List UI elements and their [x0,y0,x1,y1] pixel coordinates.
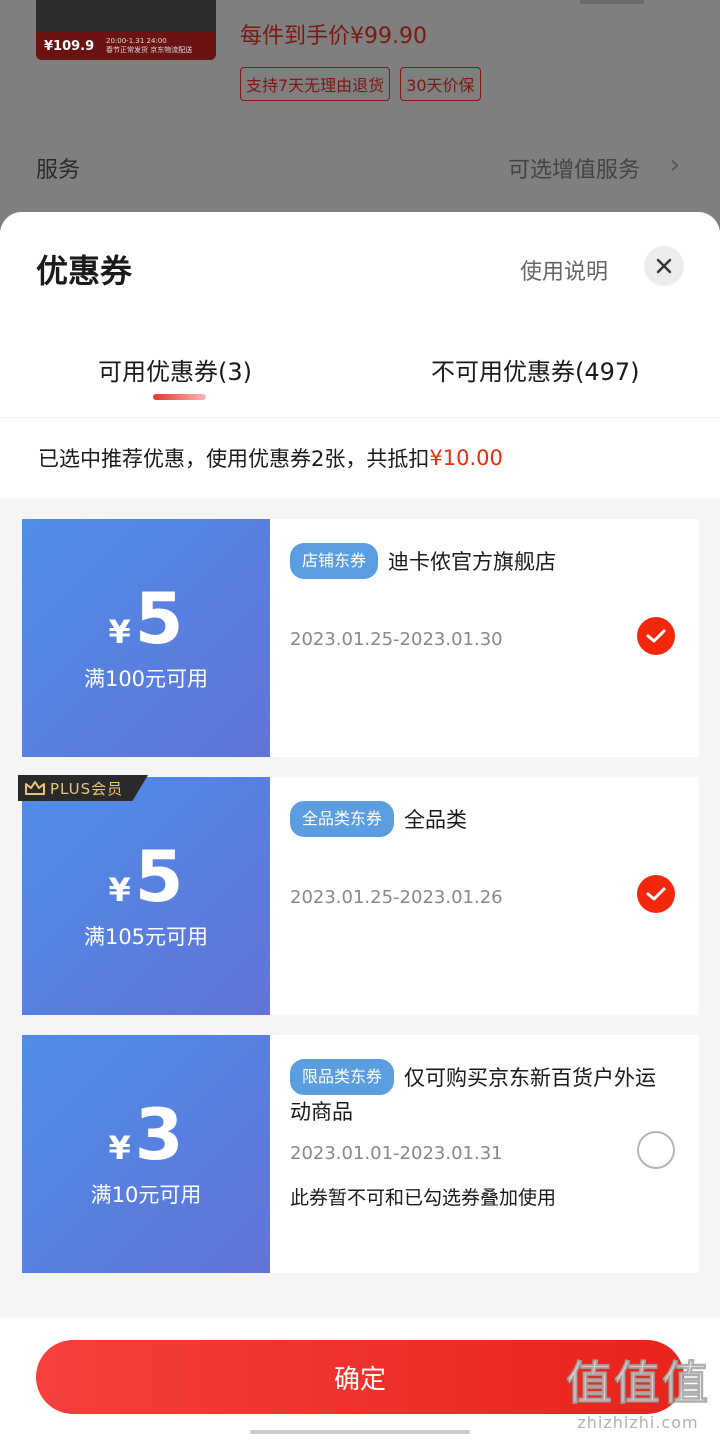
coupon-amount-row: ¥ 5 [109,583,184,655]
coupon-checkbox[interactable] [637,1131,675,1169]
thumbnail-promo-text: 春节正常发货 京东物流配送 [106,46,193,54]
coupon-validity: 2023.01.01-2023.01.31 [290,1143,503,1164]
sheet-footer: 确定 值值值 zhizhizhi.com [0,1318,720,1440]
coupon-card[interactable]: PLUS会员 ¥ 5 满105元可用 全品类东券 全品类 2023.01.25-2… [16,775,699,1015]
service-value[interactable]: 可选增值服务 [508,152,640,184]
selection-summary: 已选中推荐优惠，使用优惠券2张，共抵扣 ¥10.00 [0,418,720,498]
watermark-logo: 值值值 [566,1356,710,1411]
coupon-condition: 满105元可用 [83,925,209,949]
plus-member-badge: PLUS会员 [18,775,148,801]
thumbnail-promo: 20:00-1.31 24:00 春节正常发货 京东物流配送 [106,37,192,55]
coupon-amount-row: ¥ 3 [109,1099,184,1171]
product-thumbnail[interactable]: ¥109.9 20:00-1.31 24:00 春节正常发货 京东物流配送 [36,0,216,60]
watermark-domain: zhizhizhi.com [577,1413,699,1432]
coupon-info-panel: 全品类东券 全品类 2023.01.25-2023.01.26 [270,777,699,1015]
coupon-card[interactable]: ¥ 5 满100元可用 店铺东券 迪卡侬官方旗舰店 2023.01.25-2023… [16,519,699,757]
coupon-type-badge: 店铺东券 [290,543,379,579]
coupon-title: 全品类 [404,808,468,832]
coupon-info-panel: 店铺东券 迪卡侬官方旗舰店 2023.01.25-2023.01.30 [270,519,699,757]
close-button[interactable] [644,246,684,286]
currency-symbol: ¥ [108,1129,131,1167]
usage-instructions-link[interactable]: 使用说明 [520,254,608,286]
coupon-validity: 2023.01.25-2023.01.26 [290,887,503,908]
summary-text: 已选中推荐优惠，使用优惠券2张，共抵扣 [38,447,430,471]
coupon-value-panel: ¥ 5 满100元可用 [16,519,270,757]
checkmark-icon [646,629,666,643]
coupon-info-panel: 限品类东券 仅可购买京东新百货户外运动商品 2023.01.01-2023.01.… [270,1035,699,1273]
thumbnail-promo-time: 20:00-1.31 24:00 [106,37,167,45]
thumbnail-price-tag: ¥109.9 20:00-1.31 24:00 春节正常发货 京东物流配送 [36,32,216,60]
coupon-value-panel: ¥ 3 满10元可用 [16,1035,270,1273]
coupon-condition: 满100元可用 [83,667,209,691]
close-icon [656,258,672,274]
home-indicator [250,1430,470,1434]
coupon-amount: 3 [134,1094,184,1176]
header-stub [580,0,644,4]
sheet-title: 优惠券 [36,252,133,290]
coupon-value-panel: ¥ 5 满105元可用 [16,777,270,1015]
coupon-type-badge: 限品类东券 [290,1059,395,1095]
final-price: 每件到手价¥99.90 [240,24,427,49]
coupon-sheet: 优惠券 使用说明 可用优惠券(3) 不可用优惠券(497) 已选中推荐优惠，使用… [0,212,720,1440]
thumbnail-price: ¥109.9 [44,38,95,54]
plus-member-label: PLUS会员 [50,779,124,798]
coupon-stack-note: 此券暂不可和已勾选券叠加使用 [290,1187,557,1209]
coupon-checkbox[interactable] [637,617,675,655]
coupon-validity: 2023.01.25-2023.01.30 [290,629,503,650]
coupon-title-line: 店铺东券 迪卡侬官方旗舰店 [290,543,679,579]
currency-symbol: ¥ [108,613,131,651]
coupon-type-badge: 全品类东券 [290,801,395,837]
active-tab-indicator [153,394,206,400]
checkmark-icon [646,887,666,901]
coupon-amount: 5 [134,578,184,660]
coupon-condition: 满10元可用 [90,1183,202,1207]
coupon-amount-row: ¥ 5 [109,841,184,913]
price-protect-tag: 30天价保 [400,67,481,101]
return-policy-tag: 支持7天无理由退货 [240,67,391,101]
currency-symbol: ¥ [108,871,131,909]
summary-amount: ¥10.00 [429,446,503,470]
crown-icon [25,781,45,795]
coupon-title-line: 限品类东券 仅可购买京东新百货户外运动商品 [290,1059,660,1129]
coupon-amount: 5 [134,836,184,918]
service-tags: 支持7天无理由退货 30天价保 [240,67,481,101]
tab-available-coupons[interactable]: 可用优惠券(3) [98,352,252,387]
sheet-header: 优惠券 使用说明 可用优惠券(3) 不可用优惠券(497) [0,212,720,418]
coupon-title-line: 全品类东券 全品类 [290,801,679,837]
site-watermark: 值值值 zhizhizhi.com [566,1347,710,1433]
coupon-card[interactable]: ¥ 3 满10元可用 限品类东券 仅可购买京东新百货户外运动商品 2023.01.… [16,1035,699,1273]
coupon-checkbox[interactable] [637,875,675,913]
tab-unavailable-coupons[interactable]: 不可用优惠券(497) [431,352,640,387]
coupon-title: 迪卡侬官方旗舰店 [388,550,557,574]
divider [0,417,720,418]
service-label: 服务 [36,158,81,183]
chevron-right-icon: › [669,150,680,180]
